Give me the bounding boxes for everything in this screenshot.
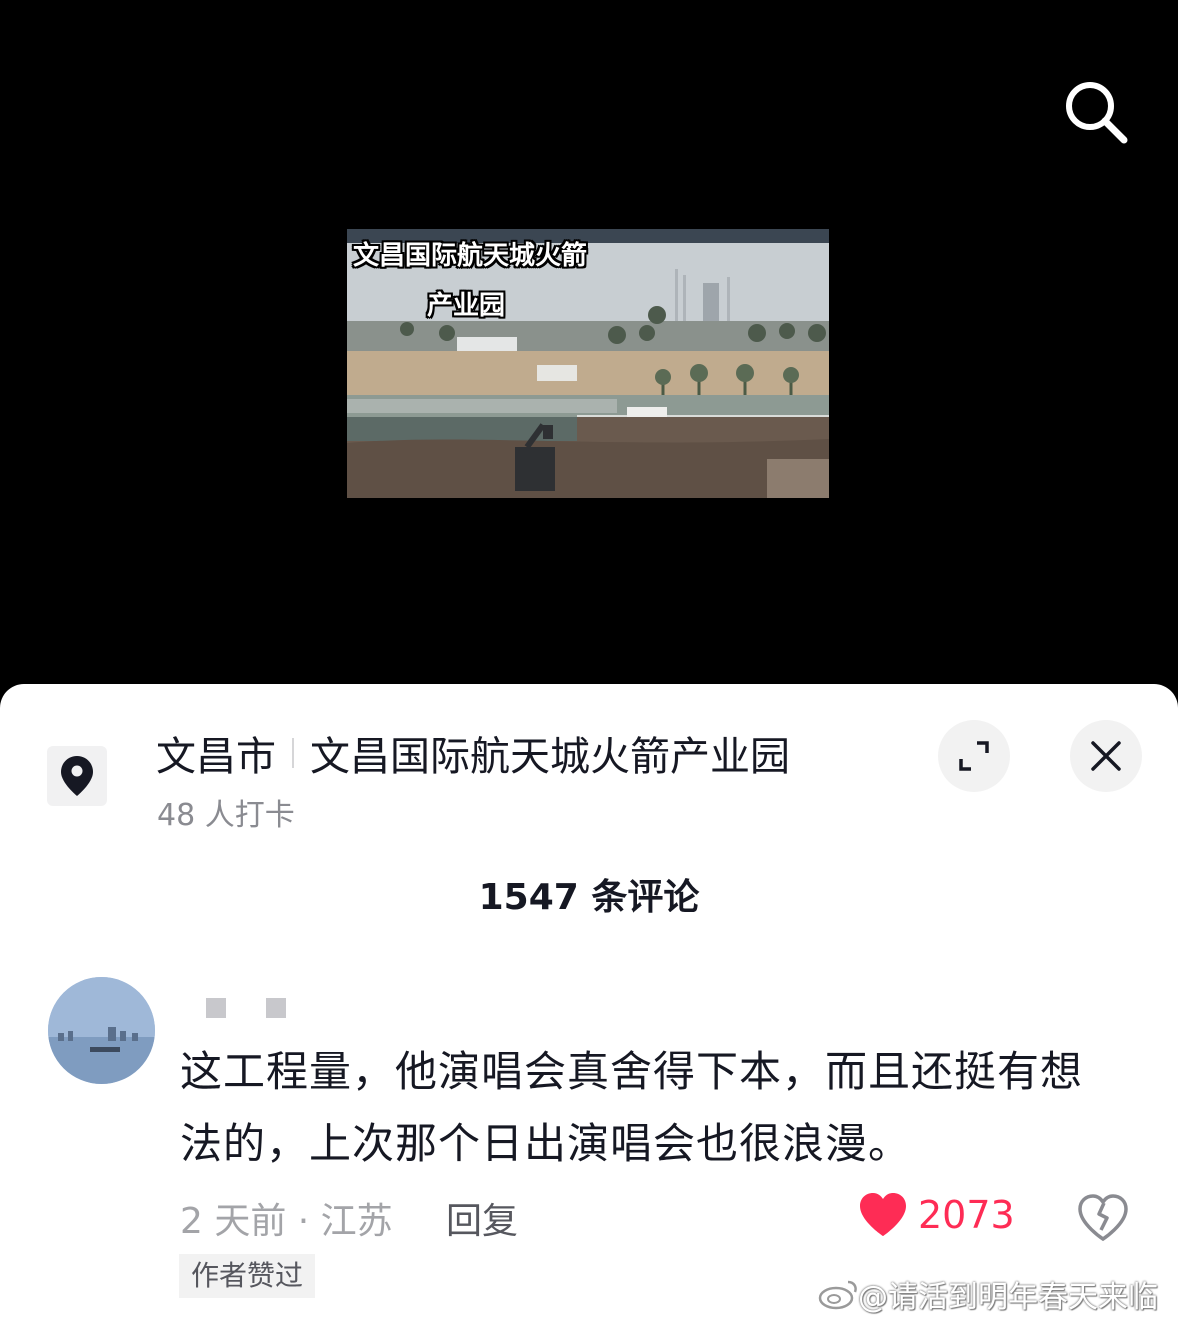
close-button[interactable] (1070, 720, 1142, 792)
checkin-count: 48 人打卡 (157, 798, 295, 833)
video-caption-line2: 产业园 (427, 291, 506, 321)
username-mask (206, 998, 226, 1018)
comments-sheet: 文昌市 文昌国际航天城火箭产业园 48 人打卡 1547 条评论 这工程量，他演… (0, 684, 1178, 1318)
location-separator (292, 738, 294, 768)
comment-count-title: 1547 条评论 (478, 877, 700, 918)
dislike-button[interactable] (1077, 1194, 1129, 1242)
avatar[interactable] (48, 977, 155, 1084)
video-player[interactable]: 文昌国际航天城火箭 产业园 (0, 0, 1178, 700)
comment-username[interactable] (206, 998, 286, 1018)
avatar-image (48, 977, 155, 1084)
search-icon (1066, 82, 1128, 144)
video-thumbnail[interactable]: 文昌国际航天城火箭 产业园 (347, 229, 829, 498)
location-pin-box[interactable] (47, 746, 107, 806)
reply-button[interactable]: 回复 (446, 1192, 518, 1244)
username-mask (266, 998, 286, 1018)
comment-text: 这工程量，他演唱会真舍得下本，而且还挺有想法的，上次那个日出演唱会也很浪漫。 (180, 1047, 1084, 1168)
location-place: 文昌国际航天城火箭产业园 (310, 734, 790, 780)
location-pin-icon (61, 756, 93, 796)
search-button[interactable] (1060, 76, 1132, 148)
expand-button[interactable] (938, 720, 1010, 792)
location-city: 文昌市 (156, 734, 276, 780)
comment-meta: 2 天前 · 江苏 (180, 1201, 393, 1242)
location-title[interactable]: 文昌市 文昌国际航天城火箭产业园 (156, 724, 790, 782)
like-count: 2073 (918, 1193, 1015, 1237)
close-icon (1091, 741, 1121, 771)
watermark-text: @请活到明年春天来临 (858, 1280, 1158, 1315)
weibo-watermark: @请活到明年春天来临 (818, 1272, 1158, 1316)
broken-heart-icon (1078, 1194, 1128, 1242)
video-caption-line1: 文昌国际航天城火箭 (353, 241, 588, 271)
author-liked-badge: 作者赞过 (179, 1254, 316, 1298)
expand-icon (959, 741, 989, 771)
heart-icon (860, 1193, 906, 1236)
like-button[interactable]: 2073 (858, 1192, 1015, 1238)
weibo-logo-icon (818, 1280, 857, 1310)
